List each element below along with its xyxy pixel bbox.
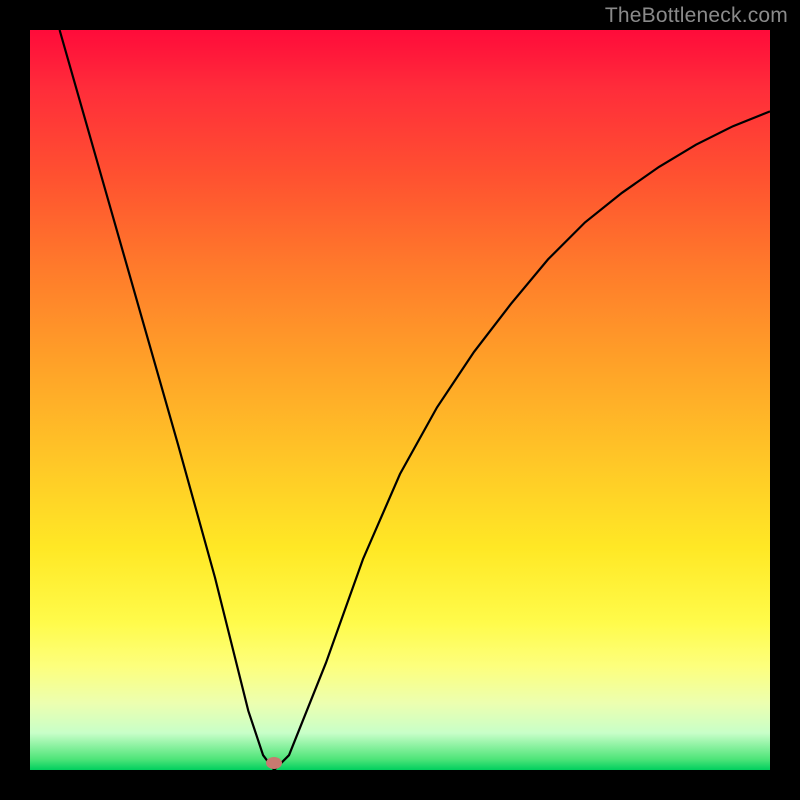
watermark-text: TheBottleneck.com bbox=[605, 4, 788, 28]
bottleneck-curve bbox=[60, 30, 770, 770]
curve-svg bbox=[30, 30, 770, 770]
plot-area bbox=[30, 30, 770, 770]
minimum-marker bbox=[266, 757, 282, 769]
chart-frame: TheBottleneck.com bbox=[0, 0, 800, 800]
